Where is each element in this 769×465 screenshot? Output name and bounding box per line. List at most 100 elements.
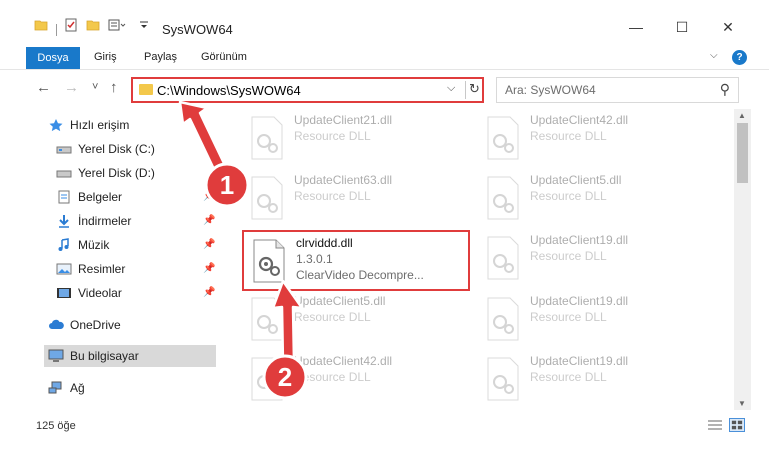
dll-file-icon xyxy=(251,176,283,220)
recent-locations-button[interactable]: ˅ xyxy=(92,81,98,93)
maximize-button[interactable]: ☐ xyxy=(659,15,705,39)
pin-icon[interactable]: 📌 xyxy=(203,191,215,202)
file-name: UpdateClient19.dll xyxy=(530,294,629,308)
dll-file-icon xyxy=(251,357,283,401)
tiles-view-icon[interactable] xyxy=(729,418,745,432)
file-item[interactable]: UpdateClient42.dll Resource DLL xyxy=(478,109,703,167)
file-item-clrviddd[interactable]: clrviddd.dll 1.3.0.1 ClearVideo Decompre… xyxy=(242,230,470,291)
address-text[interactable]: C:\Windows\SysWOW64 xyxy=(157,83,301,98)
file-name: UpdateClient19.dll xyxy=(530,233,629,247)
expand-ribbon-icon[interactable]: ⌵ xyxy=(710,50,718,61)
folder-icon[interactable] xyxy=(34,18,48,32)
up-button[interactable]: ↑ xyxy=(110,79,118,96)
dll-file-icon xyxy=(253,239,285,283)
status-bar: 125 öğe xyxy=(0,410,769,439)
search-box[interactable]: Ara: SysWOW64 ⚲ xyxy=(496,77,739,103)
documents-icon xyxy=(58,190,70,204)
forward-button[interactable]: → xyxy=(64,79,79,96)
sidebar-item-quick-access[interactable]: Hızlı erişim xyxy=(48,114,218,136)
sidebar-item-downloads[interactable]: İndirmeler xyxy=(56,210,216,232)
sidebar-item-label: Resimler xyxy=(78,262,126,276)
file-description: Resource DLL xyxy=(294,189,371,203)
bottom-margin xyxy=(0,439,769,465)
chevron-down-icon[interactable]: ⌵ xyxy=(447,82,455,95)
sidebar-item-label: İndirmeler xyxy=(78,214,132,228)
file-name: UpdateClient42.dll xyxy=(530,113,629,127)
sidebar-item-label: Yerel Disk (C:) xyxy=(78,142,155,156)
network-icon xyxy=(48,381,62,394)
file-name: UpdateClient42.dll xyxy=(294,354,393,368)
file-name: UpdateClient63.dll xyxy=(294,173,393,187)
sidebar-item-label: Bu bilgisayar xyxy=(70,349,139,363)
file-item[interactable]: UpdateClient19.dll Resource DLL xyxy=(478,229,703,287)
sidebar-item-this-pc[interactable]: Bu bilgisayar xyxy=(44,345,216,367)
sidebar-item-pictures[interactable]: Resimler xyxy=(56,258,216,280)
scroll-down-icon[interactable]: ▼ xyxy=(738,399,746,408)
scroll-up-icon[interactable]: ▲ xyxy=(738,111,746,120)
tab-home[interactable]: Giriş xyxy=(94,51,117,63)
file-item[interactable]: UpdateClient21.dll Resource DLL xyxy=(242,109,467,167)
sidebar-item-drive-c[interactable]: Yerel Disk (C:) xyxy=(56,138,216,160)
downloads-icon xyxy=(59,215,69,228)
file-description: ClearVideo Decompre... xyxy=(296,268,424,282)
address-separator xyxy=(465,81,466,99)
music-icon xyxy=(58,238,69,251)
refresh-icon[interactable]: ↻ xyxy=(469,81,480,97)
file-description: Resource DLL xyxy=(294,129,371,143)
dll-file-icon xyxy=(487,116,519,160)
dll-file-icon xyxy=(487,357,519,401)
tab-file[interactable]: Dosya xyxy=(26,47,80,69)
file-item[interactable]: UpdateClient63.dll Resource DLL xyxy=(242,169,467,227)
file-description: Resource DLL xyxy=(530,249,607,263)
sidebar-item-videos[interactable]: Videolar xyxy=(56,282,216,304)
file-item[interactable]: UpdateClient5.dll Resource DLL xyxy=(478,169,703,227)
customize-toolbar-icon[interactable] xyxy=(139,18,149,32)
folder-icon xyxy=(139,84,153,95)
sidebar-item-label: Belgeler xyxy=(78,190,123,204)
title-bar: SysWOW64 — ☐ ✕ xyxy=(0,0,769,40)
pin-icon[interactable]: 📌 xyxy=(203,263,215,274)
tab-share[interactable]: Paylaş xyxy=(144,51,177,63)
file-item[interactable]: UpdateClient19.dll Resource DLL xyxy=(478,350,703,408)
cloud-icon xyxy=(49,319,64,329)
search-placeholder[interactable]: Ara: SysWOW64 xyxy=(505,83,596,97)
view-options-icon[interactable] xyxy=(108,18,126,32)
sidebar-item-music[interactable]: Müzik xyxy=(56,234,216,256)
tab-view[interactable]: Görünüm xyxy=(201,51,247,63)
videos-icon xyxy=(57,288,71,298)
address-bar[interactable]: C:\Windows\SysWOW64 ⌵ ↻ xyxy=(131,77,484,103)
file-item[interactable]: UpdateClient19.dll Resource DLL xyxy=(478,290,703,348)
sidebar-item-network[interactable]: Ağ xyxy=(48,377,218,399)
properties-icon[interactable] xyxy=(64,18,78,32)
scrollbar-thumb[interactable] xyxy=(737,123,748,183)
item-count: 125 öğe xyxy=(36,420,76,432)
file-description: Resource DLL xyxy=(530,310,607,324)
quick-access-separator xyxy=(56,24,57,36)
close-button[interactable]: ✕ xyxy=(705,15,751,39)
window-title: SysWOW64 xyxy=(162,22,233,37)
file-description: Resource DLL xyxy=(530,129,607,143)
help-button[interactable]: ? xyxy=(732,50,747,65)
file-name: UpdateClient5.dll xyxy=(294,294,386,308)
computer-icon xyxy=(48,349,64,362)
pin-icon[interactable]: 📌 xyxy=(203,215,215,226)
vertical-scrollbar[interactable]: ▲ ▼ xyxy=(734,109,751,410)
new-folder-icon[interactable] xyxy=(86,18,100,32)
file-name: UpdateClient5.dll xyxy=(530,173,622,187)
sidebar-item-documents[interactable]: Belgeler xyxy=(56,186,216,208)
sidebar-item-drive-d[interactable]: Yerel Disk (D:) xyxy=(56,162,216,184)
pin-icon[interactable]: 📌 xyxy=(203,239,215,250)
minimize-button[interactable]: — xyxy=(613,15,659,39)
sidebar-item-onedrive[interactable]: OneDrive xyxy=(48,314,218,336)
file-item[interactable]: UpdateClient5.dll Resource DLL xyxy=(242,290,467,348)
dll-file-icon xyxy=(251,116,283,160)
sidebar-item-label: Videolar xyxy=(78,286,122,300)
search-icon[interactable]: ⚲ xyxy=(720,81,730,98)
details-view-icon[interactable] xyxy=(707,418,723,432)
sidebar-item-label: Müzik xyxy=(78,238,110,252)
pin-icon[interactable]: 📌 xyxy=(203,287,215,298)
navigation-bar: ← → ˅ ↑ C:\Windows\SysWOW64 ⌵ ↻ Ara: Sys… xyxy=(0,69,769,109)
file-item[interactable]: UpdateClient42.dll Resource DLL xyxy=(242,350,467,408)
dll-file-icon xyxy=(487,236,519,280)
back-button[interactable]: ← xyxy=(36,79,51,96)
